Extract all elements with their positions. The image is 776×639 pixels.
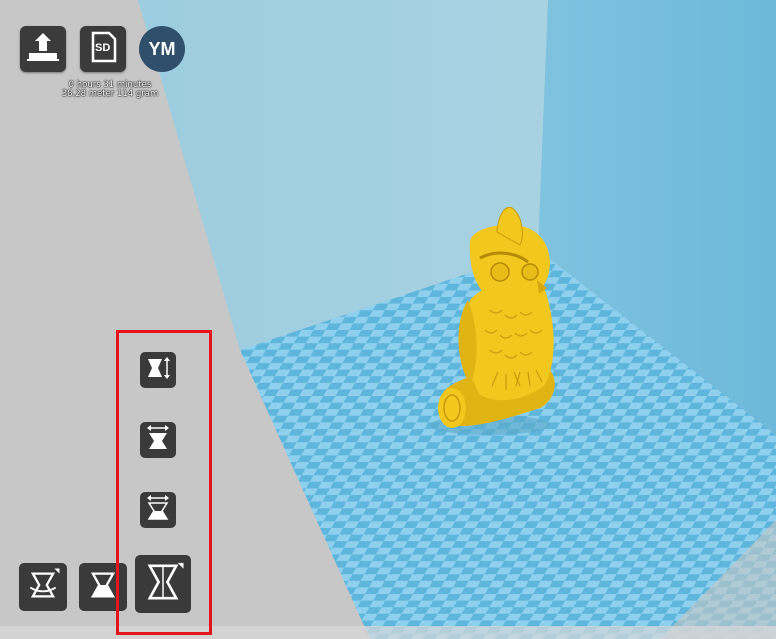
scale-tool-button[interactable] bbox=[79, 563, 127, 611]
sd-label: SD bbox=[95, 42, 111, 54]
scale-width-bottom-icon bbox=[143, 493, 173, 528]
print-material: 38.28 meter 114 gram bbox=[61, 89, 159, 99]
scale-height-icon bbox=[143, 353, 173, 388]
scale-height-button[interactable] bbox=[140, 352, 176, 388]
scale-uniform-button[interactable] bbox=[135, 555, 191, 613]
3d-viewport[interactable]: SD YM 0 hours 31 minutes 38.28 meter 114… bbox=[0, 0, 776, 639]
scale-width-top-button[interactable] bbox=[140, 422, 176, 458]
user-initials: YM bbox=[148, 38, 176, 59]
account-button[interactable]: YM bbox=[139, 26, 185, 72]
scale-tool-icon bbox=[84, 566, 122, 609]
rotate-tool-icon bbox=[24, 566, 62, 609]
rotate-tool-button[interactable] bbox=[19, 563, 67, 611]
save-to-sd-button[interactable]: SD bbox=[80, 26, 126, 72]
print-estimate: 0 hours 31 minutes 38.28 meter 114 gram bbox=[40, 81, 180, 99]
scale-width-top-icon bbox=[143, 423, 173, 458]
scale-uniform-icon bbox=[141, 560, 185, 609]
load-model-button[interactable] bbox=[20, 26, 66, 72]
scale-width-bottom-button[interactable] bbox=[140, 492, 176, 528]
load-model-icon bbox=[25, 29, 61, 70]
